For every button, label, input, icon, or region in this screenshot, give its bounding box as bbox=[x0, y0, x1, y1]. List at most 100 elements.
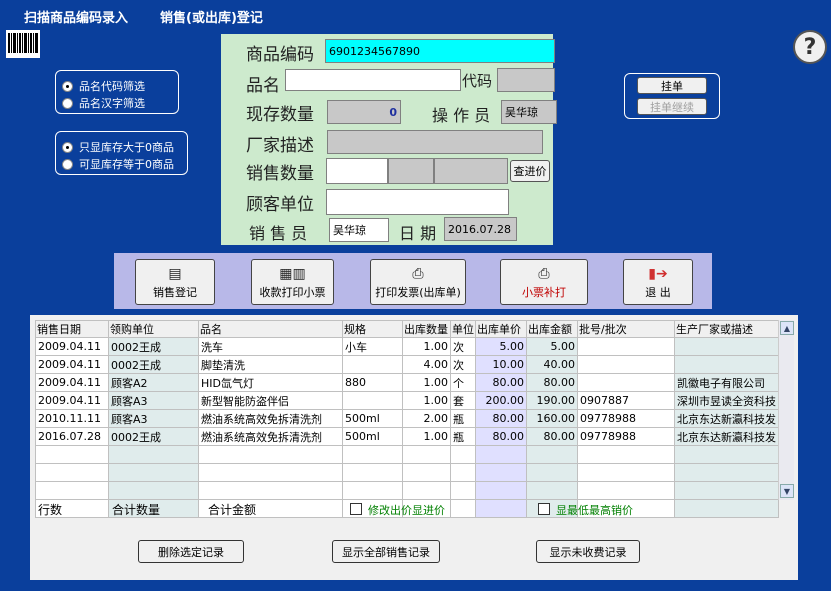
table-cell[interactable] bbox=[35, 481, 109, 500]
table-cell[interactable] bbox=[577, 355, 675, 374]
table-cell[interactable]: 瓶 bbox=[450, 427, 476, 446]
table-cell[interactable]: 2009.04.11 bbox=[35, 355, 109, 374]
table-cell[interactable] bbox=[475, 445, 527, 464]
table-cell[interactable] bbox=[674, 445, 779, 464]
table-cell[interactable]: 顾客A2 bbox=[108, 373, 199, 392]
table-row-empty[interactable] bbox=[35, 463, 779, 482]
table-cell[interactable]: 洗车 bbox=[198, 337, 343, 356]
radio-filter-code[interactable]: 品名代码筛选 bbox=[62, 78, 145, 94]
seller-input[interactable]: 吴华琼 bbox=[329, 218, 389, 242]
table-row[interactable]: 2010.11.11 顾客A3 燃油系统高效免拆清洗剂 500ml 2.00 瓶 80.00… bbox=[35, 409, 779, 428]
column-header[interactable]: 规格 bbox=[342, 320, 403, 338]
scroll-up-icon[interactable]: ▲ bbox=[780, 321, 794, 335]
show-unpaid-button[interactable]: 显示未收费记录 bbox=[536, 540, 640, 563]
table-cell[interactable] bbox=[342, 355, 403, 374]
table-cell[interactable]: 1.00 bbox=[402, 427, 451, 446]
table-cell[interactable] bbox=[526, 481, 578, 500]
table-cell[interactable]: 1.00 bbox=[402, 391, 451, 410]
table-row-empty[interactable] bbox=[35, 481, 779, 500]
table-cell[interactable] bbox=[526, 463, 578, 482]
table-cell[interactable]: 0002王成 bbox=[108, 355, 199, 374]
radio-stock-eq-zero[interactable]: 可显库存等于0商品 bbox=[62, 156, 174, 172]
table-cell[interactable]: 80.00 bbox=[475, 427, 527, 446]
column-header[interactable]: 出库金额 bbox=[526, 320, 578, 338]
table-cell[interactable] bbox=[342, 445, 403, 464]
table-row-empty[interactable] bbox=[35, 445, 779, 464]
column-header[interactable]: 领购单位 bbox=[108, 320, 199, 338]
column-header[interactable]: 销售日期 bbox=[35, 320, 109, 338]
quantity-input[interactable] bbox=[326, 158, 388, 184]
help-icon[interactable]: ? bbox=[793, 30, 827, 64]
table-cell[interactable]: 5.00 bbox=[526, 337, 578, 356]
table-cell[interactable]: 次 bbox=[450, 337, 476, 356]
column-header[interactable]: 出库数量 bbox=[402, 320, 451, 338]
table-cell[interactable]: 1.00 bbox=[402, 337, 451, 356]
table-cell[interactable] bbox=[342, 481, 403, 500]
modify-price-checkbox[interactable] bbox=[350, 503, 362, 515]
customer-input[interactable] bbox=[326, 189, 509, 215]
table-cell[interactable]: 80.00 bbox=[526, 427, 578, 446]
table-cell[interactable]: 80.00 bbox=[526, 373, 578, 392]
table-cell[interactable]: 09778988 bbox=[577, 409, 675, 428]
table-cell[interactable]: 深圳市昱读全资科技 bbox=[674, 391, 779, 410]
table-cell[interactable]: 200.00 bbox=[475, 391, 527, 410]
table-cell[interactable]: 北京东达新瀛科技发 bbox=[674, 409, 779, 428]
table-cell[interactable]: 小车 bbox=[342, 337, 403, 356]
table-cell[interactable]: 80.00 bbox=[475, 373, 527, 392]
table-cell[interactable] bbox=[674, 463, 779, 482]
scroll-down-icon[interactable]: ▼ bbox=[780, 484, 794, 498]
table-cell[interactable]: 脚垫清洗 bbox=[198, 355, 343, 374]
table-cell[interactable] bbox=[198, 481, 343, 500]
table-cell[interactable] bbox=[450, 481, 476, 500]
radio-stock-gt-zero[interactable]: 只显库存大于0商品 bbox=[62, 139, 174, 155]
column-header[interactable]: 单位 bbox=[450, 320, 476, 338]
sales-register-button[interactable]: ▤ 销售登记 bbox=[135, 259, 215, 305]
table-cell[interactable] bbox=[342, 391, 403, 410]
radio-button[interactable] bbox=[62, 80, 73, 92]
table-cell[interactable]: 880 bbox=[342, 373, 403, 392]
table-cell[interactable] bbox=[35, 463, 109, 482]
table-cell[interactable] bbox=[108, 481, 199, 500]
print-invoice-button[interactable]: ⎙ 打印发票(出库单) bbox=[370, 259, 466, 305]
check-cost-button[interactable]: 查进价 bbox=[510, 160, 550, 182]
table-cell[interactable] bbox=[577, 481, 675, 500]
table-cell[interactable] bbox=[450, 463, 476, 482]
table-cell[interactable]: 2009.04.11 bbox=[35, 373, 109, 392]
table-cell[interactable]: 北京东达新瀛科技发 bbox=[674, 427, 779, 446]
delete-selected-button[interactable]: 删除选定记录 bbox=[138, 540, 244, 563]
table-cell[interactable]: 个 bbox=[450, 373, 476, 392]
table-cell[interactable] bbox=[674, 499, 779, 518]
table-cell[interactable]: 500ml bbox=[342, 409, 403, 428]
table-row[interactable]: 2009.04.11 0002王成 脚垫清洗 4.00 次 10.00 40.00 bbox=[35, 355, 779, 374]
table-cell[interactable]: 4.00 bbox=[402, 355, 451, 374]
collect-print-button[interactable]: ▦▥ 收款打印小票 bbox=[251, 259, 334, 305]
table-cell[interactable] bbox=[108, 445, 199, 464]
product-code-input[interactable]: 6901234567890 bbox=[325, 39, 555, 63]
table-cell[interactable]: 5.00 bbox=[475, 337, 527, 356]
table-cell[interactable]: 10.00 bbox=[475, 355, 527, 374]
table-cell[interactable]: 次 bbox=[450, 355, 476, 374]
table-cell[interactable] bbox=[402, 481, 451, 500]
table-scrollbar[interactable]: ▲ ▼ bbox=[778, 320, 794, 500]
table-cell[interactable] bbox=[198, 463, 343, 482]
column-header[interactable]: 出库单价 bbox=[475, 320, 527, 338]
table-cell[interactable]: 190.00 bbox=[526, 391, 578, 410]
table-cell[interactable] bbox=[108, 463, 199, 482]
table-cell[interactable] bbox=[577, 463, 675, 482]
table-cell[interactable]: 燃油系统高效免拆清洗剂 bbox=[198, 427, 343, 446]
table-cell[interactable]: 80.00 bbox=[475, 409, 527, 428]
table-cell[interactable]: 2010.11.11 bbox=[35, 409, 109, 428]
table-cell[interactable] bbox=[577, 445, 675, 464]
table-cell[interactable] bbox=[577, 373, 675, 392]
radio-button[interactable] bbox=[62, 141, 73, 153]
table-cell[interactable]: 新型智能防盗伴侣 bbox=[198, 391, 343, 410]
radio-button[interactable] bbox=[62, 97, 73, 109]
table-cell[interactable] bbox=[577, 337, 675, 356]
resume-hold-button[interactable]: 挂单继续 bbox=[637, 98, 707, 115]
show-all-records-button[interactable]: 显示全部销售记录 bbox=[332, 540, 440, 563]
table-cell[interactable]: 40.00 bbox=[526, 355, 578, 374]
table-cell[interactable] bbox=[198, 445, 343, 464]
table-cell[interactable]: 套 bbox=[450, 391, 476, 410]
table-cell[interactable] bbox=[342, 463, 403, 482]
table-row[interactable]: 2009.04.11 顾客A3 新型智能防盗伴侣 1.00 套 200.00 190.00 0… bbox=[35, 391, 779, 410]
